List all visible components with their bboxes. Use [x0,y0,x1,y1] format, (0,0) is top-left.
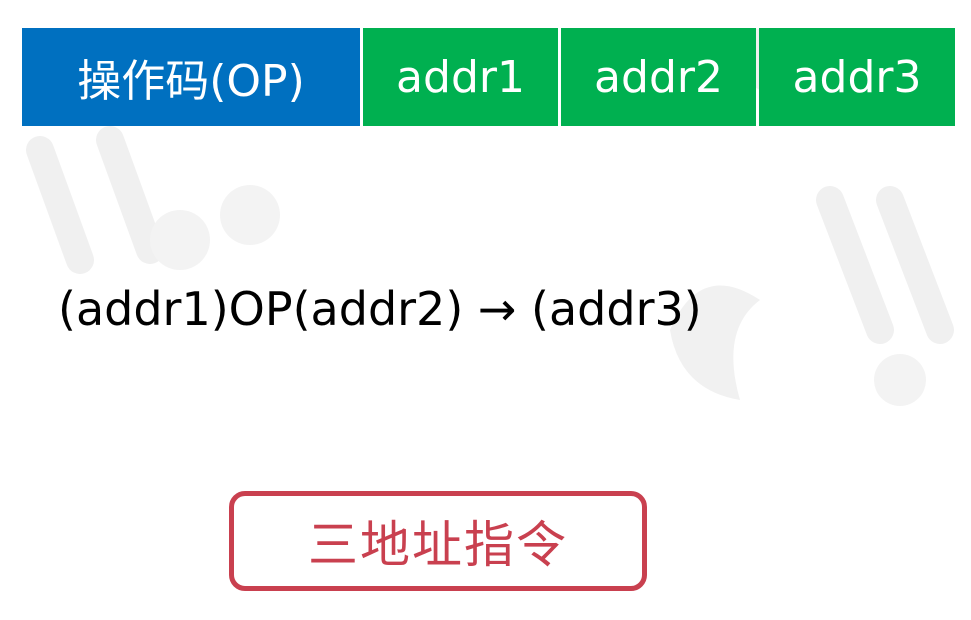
addr2-field: addr2 [561,28,756,126]
addr3-field-label: addr3 [792,51,922,103]
addr1-field: addr1 [363,28,558,126]
instruction-type-label: 三地址指令 [229,491,647,591]
instruction-format: 操作码(OP) addr1 addr2 addr3 [22,28,955,126]
opcode-field-label: 操作码(OP) [77,56,305,107]
addr3-field: addr3 [759,28,955,126]
addr1-field-label: addr1 [396,51,525,103]
addr2-field-label: addr2 [594,51,723,103]
opcode-field: 操作码(OP) [22,28,360,126]
operation-expression: (addr1)OP(addr2) → (addr3) [58,282,702,336]
instruction-type-text: 三地址指令 [308,516,568,574]
